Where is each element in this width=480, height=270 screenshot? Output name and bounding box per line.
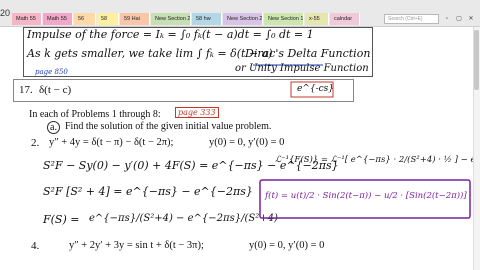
- page-ref-333: page 333: [175, 107, 219, 118]
- dirac-label: Dirac's Delta Function: [245, 47, 371, 60]
- problem-4-number: 4.: [31, 240, 40, 252]
- tab-1[interactable]: Math 55: [43, 13, 73, 25]
- problem-17-number: 17.: [19, 84, 33, 96]
- notebook-tab-bar: 20 Math 55 Math 55 56 58 59 Hai New Section 2…: [0, 0, 480, 27]
- tab-9[interactable]: x-55: [305, 13, 329, 25]
- work-line-2: S²F [S² + 4] = e^{−πs} − e^{−2πs}: [43, 185, 253, 198]
- tab-2[interactable]: 56: [74, 13, 96, 25]
- instructions-text: In each of Problems 1 through 8:: [29, 109, 161, 120]
- problem-17-box: [13, 79, 354, 102]
- tab-7[interactable]: New Section 2: [223, 13, 263, 25]
- problem-17-answer: e^{-cs}: [297, 84, 335, 94]
- minimize-icon[interactable]: ▫: [443, 15, 451, 23]
- impulse-line: Impulse of the force = Iₖ = ∫₀ fₖ(t − a)…: [27, 28, 314, 41]
- problem-4-equation: y″ + 2y′ + 3y = sin t + δ(t − 3π);: [69, 240, 204, 251]
- maximize-icon[interactable]: ▢: [455, 15, 463, 23]
- scrollbar-thumb[interactable]: [474, 30, 479, 90]
- page-ref-850: page 850: [35, 68, 68, 76]
- problem-17-expr: δ(t − c): [39, 84, 72, 96]
- tab-3[interactable]: 58: [97, 13, 119, 25]
- window-title: 20: [0, 8, 11, 18]
- work-line-3-lhs: F(S) =: [43, 213, 80, 226]
- part-a-label: a.: [47, 121, 60, 134]
- problem-2-number: 2.: [31, 137, 40, 149]
- problem-4-initial-conditions: y(0) = 0, y′(0) = 0: [249, 240, 325, 251]
- tab-8[interactable]: New Section 1: [264, 13, 304, 25]
- tab-5[interactable]: New Section 2: [151, 13, 191, 25]
- part-a-text: Find the solution of the given initial v…: [65, 121, 272, 132]
- note-page[interactable]: Impulse of the force = Iₖ = ∫₀ fₖ(t − a)…: [13, 27, 473, 270]
- problem-2-initial-conditions: y(0) = 0, y′(0) = 0: [209, 137, 285, 148]
- tab-0[interactable]: Math 55: [12, 13, 42, 25]
- close-icon[interactable]: ✕: [467, 15, 475, 23]
- tab-10[interactable]: calndar: [330, 13, 360, 25]
- problem-2-equation: y″ + 4y = δ(t − π) − δ(t − 2π);: [49, 137, 174, 148]
- search-input[interactable]: Search (Ctrl+E): [384, 14, 439, 24]
- work-line-3-rhs: e^{−πs}/(S²+4) − e^{−2πs}/(S²+4): [89, 213, 278, 224]
- tab-6[interactable]: 58 hw: [192, 13, 222, 25]
- unity-label: or Unity Impulse Function: [235, 63, 369, 74]
- result-solution: f(t) = u(t)/2 · Sin(2(t−π)) − u/2 · [Sin…: [265, 191, 467, 201]
- inverse-laplace-line: ℒ⁻¹{F(S)} = ℒ⁻¹[ e^{−πs} · 2/(S²+4) · ½ …: [275, 155, 473, 165]
- tab-4[interactable]: 59 Hai: [120, 13, 150, 25]
- as-k-line: As k gets smaller, we take lim ∫ fₖ = δ(…: [27, 47, 273, 60]
